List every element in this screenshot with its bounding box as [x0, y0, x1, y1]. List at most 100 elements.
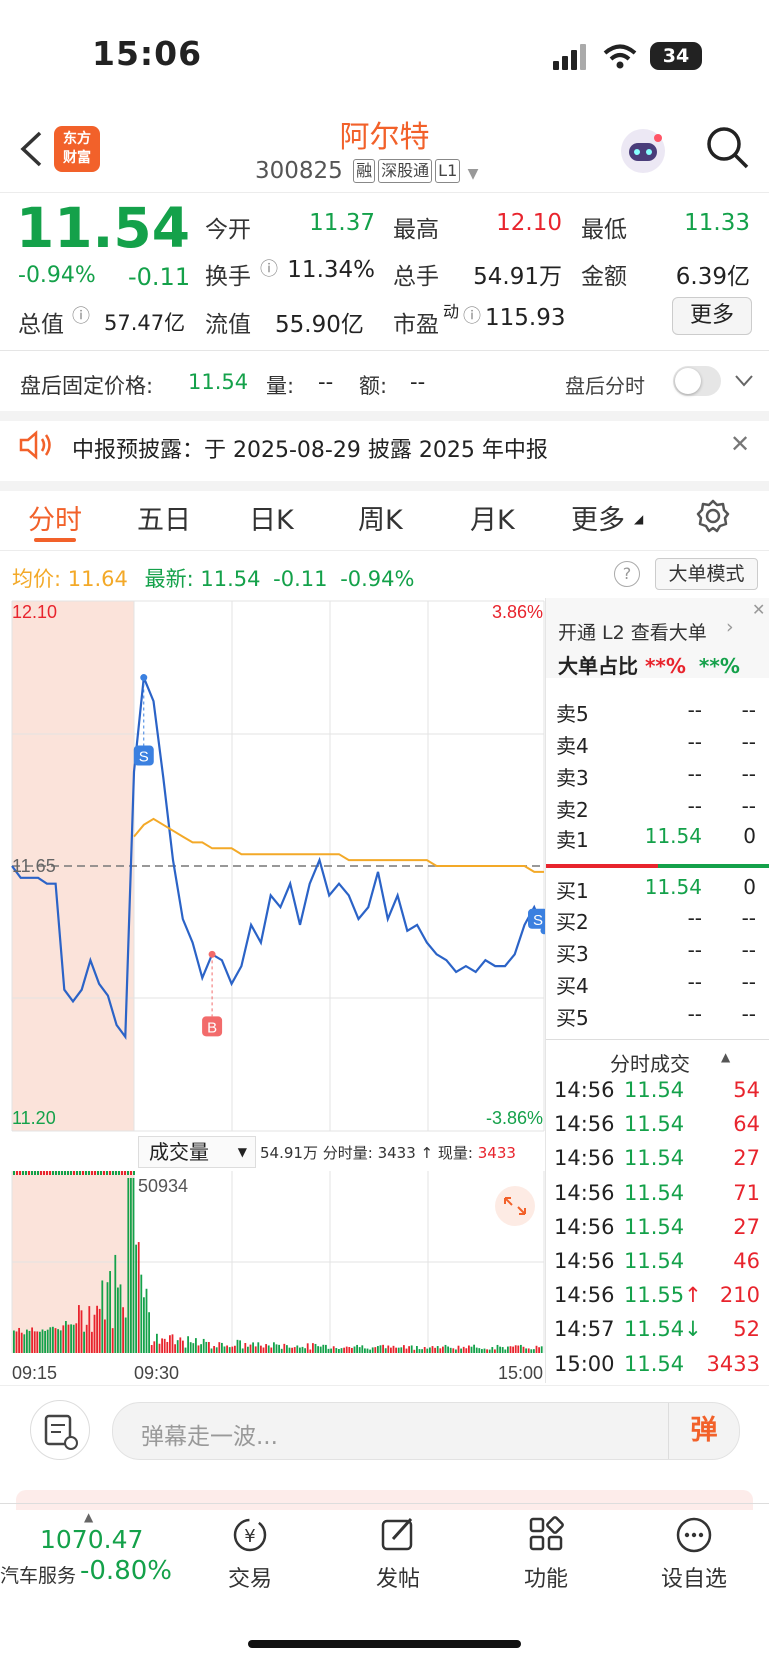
close-icon[interactable]: ✕	[730, 430, 750, 458]
grid-icon	[529, 1516, 564, 1551]
volume-bar	[239, 1340, 241, 1353]
volume-bar	[270, 1347, 273, 1353]
volume-bar	[57, 1329, 59, 1353]
volume-bar	[91, 1331, 93, 1353]
wifi-icon	[603, 44, 637, 69]
level-volume: --	[741, 906, 756, 930]
change-value: -0.11	[128, 263, 191, 291]
expand-icon[interactable]	[495, 1186, 535, 1226]
settings-icon[interactable]	[696, 499, 730, 533]
tab-daily-k[interactable]: 日K	[249, 498, 294, 537]
volume-bar	[16, 1171, 18, 1175]
after-hours-toggle[interactable]	[673, 366, 721, 396]
tab-five-day[interactable]: 五日	[137, 498, 191, 537]
level-volume: --	[741, 938, 756, 962]
l2-link[interactable]: 开通 L2 查看大单	[558, 618, 707, 645]
trade-marker[interactable]: B	[202, 950, 223, 1037]
close-icon[interactable]: ✕	[752, 600, 765, 619]
level-label: 买4	[556, 974, 589, 998]
chevron-down-icon[interactable]	[734, 374, 754, 388]
volume-chart[interactable]: 50934 09:15 09:30 15:00	[0, 1168, 545, 1383]
more-button[interactable]: 更多	[672, 297, 752, 335]
nav-add-watch[interactable]: 设自选	[634, 1515, 754, 1593]
volume-bar	[78, 1305, 80, 1353]
high-label: 最高	[393, 217, 439, 243]
nav-function[interactable]: 功能	[486, 1515, 606, 1593]
nav-post[interactable]: 发帖	[338, 1515, 458, 1593]
bid-row: 买5 -- --	[556, 1002, 760, 1033]
info-icon[interactable]: ⓘ	[260, 255, 278, 281]
volume-bar	[462, 1346, 465, 1353]
volume-bar	[58, 1171, 60, 1175]
sector-index-pct[interactable]: -0.80%	[80, 1556, 172, 1586]
level-label: 卖4	[556, 734, 589, 758]
caret-down-icon[interactable]: ▼	[468, 166, 479, 182]
search-icon[interactable]	[704, 124, 750, 170]
notice-text[interactable]: 中报预披露：于 2025-08-29 披露 2025 年中报	[72, 432, 548, 464]
volume-bar	[525, 1348, 527, 1353]
volume-bar	[260, 1345, 262, 1353]
volume-bar	[265, 1344, 267, 1353]
big-order-mode-button[interactable]: 大单模式	[655, 558, 758, 590]
volume-bar	[475, 1347, 478, 1353]
volume-bar	[470, 1346, 473, 1353]
volume-bar	[23, 1334, 26, 1353]
chevron-right-icon[interactable]: ›	[726, 616, 734, 638]
volume-bar	[96, 1305, 98, 1353]
caret-up-icon[interactable]: ▲	[84, 1510, 93, 1524]
trade-time: 14:56	[554, 1249, 615, 1273]
trade-price: 11.54	[624, 1180, 685, 1205]
volume-bar	[228, 1347, 231, 1353]
float-label: 流值	[205, 312, 251, 338]
comment-list-icon[interactable]	[30, 1400, 90, 1460]
trade-marker[interactable]: S	[528, 908, 545, 935]
volume-bar	[93, 1314, 96, 1353]
volume-bar	[79, 1171, 81, 1175]
tab-more[interactable]: 更多	[571, 498, 625, 537]
tab-weekly-k[interactable]: 周K	[358, 498, 403, 537]
last-price: 11.54	[16, 196, 190, 260]
low-value: 11.33	[684, 210, 750, 236]
sort-up-icon[interactable]: ▲	[721, 1050, 730, 1064]
tab-intraday[interactable]: 分时	[28, 498, 82, 537]
sector-name[interactable]: 汽车服务	[0, 1561, 76, 1588]
tab-monthly-k[interactable]: 月K	[470, 498, 515, 537]
volume-bar	[195, 1338, 197, 1353]
volume-bar	[252, 1342, 254, 1353]
nav-trade[interactable]: ¥ 交易	[190, 1515, 310, 1593]
info-icon[interactable]: ⓘ	[72, 302, 90, 328]
volume-bar	[317, 1346, 319, 1353]
sector-index-value[interactable]: 1070.47	[40, 1525, 143, 1554]
x-label-open: 09:30	[134, 1363, 179, 1383]
trade-price: 11.54↓	[624, 1317, 702, 1342]
svg-text:S: S	[139, 749, 149, 766]
volume-bar	[98, 1308, 101, 1353]
volume-bar	[356, 1344, 358, 1353]
volume-bar	[187, 1336, 189, 1353]
trade-row: 14:56 11.54 64	[554, 1112, 764, 1146]
volume-bar	[112, 1171, 114, 1175]
robot-assistant-icon[interactable]	[618, 126, 668, 176]
danmu-input[interactable]: 弹幕走一波... 弹	[112, 1402, 740, 1460]
volume-bar	[65, 1321, 67, 1353]
volume-bar	[15, 1331, 18, 1353]
x-label-start: 09:15	[12, 1363, 57, 1383]
help-icon[interactable]: ?	[614, 561, 640, 587]
volume-bar	[234, 1345, 236, 1353]
volume-bar	[286, 1345, 288, 1353]
volume-bar	[127, 1178, 130, 1353]
level-label: 卖3	[556, 766, 589, 790]
danmu-button[interactable]: 弹	[668, 1403, 739, 1459]
float-value: 55.90亿	[275, 312, 364, 338]
volume-bar	[49, 1327, 52, 1353]
info-icon[interactable]: ⓘ	[463, 302, 481, 328]
turnover-label: 换手	[205, 264, 251, 290]
level-volume: --	[741, 970, 756, 994]
volume-bar	[330, 1348, 332, 1353]
volume-bar	[44, 1330, 46, 1353]
after-hours-vol-label: 量:	[266, 374, 295, 398]
trade-volume: 46	[733, 1249, 760, 1273]
volume-bar	[361, 1345, 364, 1353]
volume-selector[interactable]: 成交量 ▼	[138, 1136, 256, 1168]
trade-price: 11.54	[624, 1351, 685, 1376]
